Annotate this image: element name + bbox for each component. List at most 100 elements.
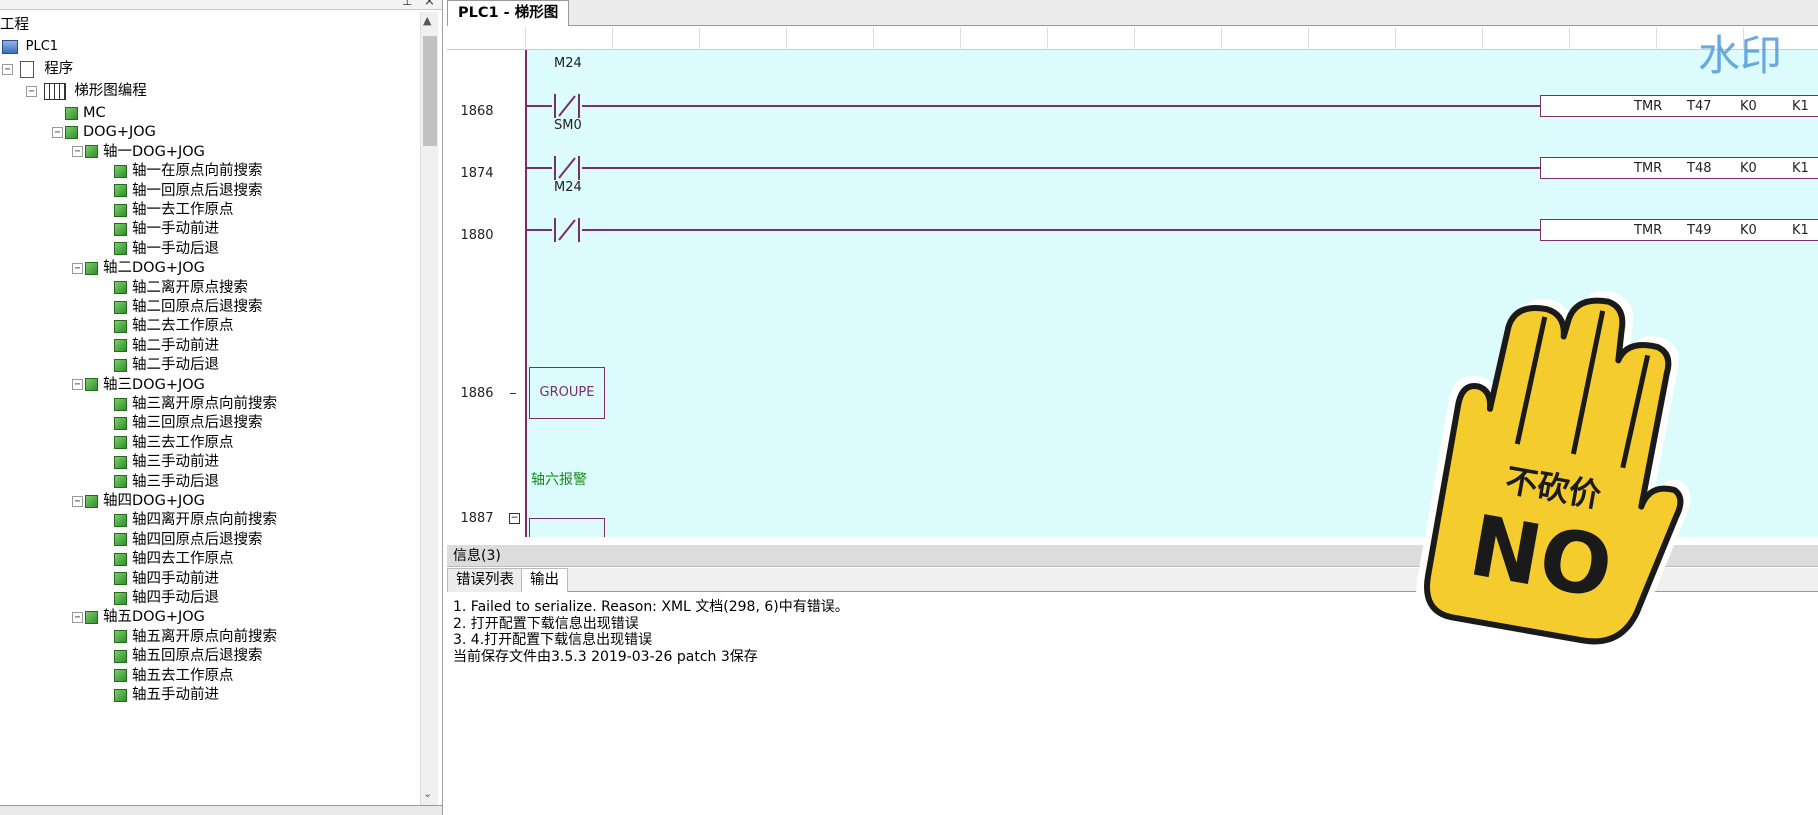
program-block-icon — [114, 300, 127, 314]
scroll-up-icon[interactable]: ▲ — [423, 14, 431, 27]
tmr-instruction[interactable]: TMR T48 K0 K1 — [1540, 157, 1818, 179]
tmr-instruction[interactable]: TMR T49 K0 K1 — [1540, 219, 1818, 241]
tree-item[interactable]: 轴五手动前进 — [114, 684, 219, 706]
no-bargain-sticker: 不砍价 NO — [1416, 291, 1691, 650]
rung-tick — [510, 393, 516, 394]
collapse-icon[interactable]: − — [72, 146, 83, 158]
ruler-tick — [1221, 27, 1222, 50]
program-block-icon — [85, 494, 98, 508]
program-block-icon — [65, 125, 78, 139]
tree-node-ladder-label: 梯形图编程 — [74, 83, 147, 99]
instr-param: K0 — [1740, 99, 1757, 114]
collapse-icon[interactable]: − — [509, 513, 520, 524]
project-tree-panel: ⊥ × 工程 PLC1 − 程序 − 梯形图编程 −MC−DOG+JOG−轴一D… — [0, 0, 443, 815]
collapse-icon[interactable]: − — [2, 63, 13, 75]
rung-wire — [527, 167, 552, 169]
program-block-icon — [114, 184, 127, 198]
tree-node-plc-label: PLC1 — [25, 39, 59, 54]
instr-param: K1 — [1792, 99, 1809, 114]
instr-param: K0 — [1740, 161, 1757, 176]
pin-icon[interactable]: ⊥ — [402, 0, 412, 8]
collapse-icon[interactable]: − — [72, 495, 83, 507]
instr-name: TMR — [1634, 161, 1663, 176]
program-block-icon — [114, 630, 127, 644]
ruler-tick — [1569, 27, 1570, 50]
panel-header: ⊥ × — [0, 0, 442, 10]
nc-contact-icon[interactable] — [552, 94, 582, 118]
ruler-tick — [1047, 27, 1048, 50]
tree-scrollbar[interactable]: ▲ ⌄ — [420, 12, 438, 805]
group-block[interactable]: GROUP — [529, 518, 605, 537]
scroll-down-icon[interactable]: ⌄ — [423, 787, 432, 800]
rung-number: 1887 — [460, 511, 494, 526]
tree-node-ladder[interactable]: − 梯形图编程 — [26, 80, 147, 102]
tree-node-plc[interactable]: PLC1 — [2, 36, 58, 58]
column-ruler — [447, 27, 1818, 50]
ruler-tick — [1308, 27, 1309, 50]
ruler-tick — [960, 27, 961, 50]
rung-number: 1868 — [460, 104, 494, 119]
ruler-tick — [1656, 27, 1657, 50]
project-tree: 工程 PLC1 − 程序 − 梯形图编程 −MC−DOG+JOG−轴一DOG+J… — [0, 12, 420, 805]
panel-bottom-tabs[interactable] — [0, 805, 442, 815]
rung-number: 1874 — [460, 166, 494, 181]
program-block-icon — [85, 378, 98, 392]
rung-wire — [527, 105, 552, 107]
rung-wire — [582, 229, 1540, 231]
ruler-tick — [1395, 27, 1396, 50]
program-block-icon — [114, 455, 127, 469]
program-block-icon — [114, 649, 127, 663]
ruler-tick — [699, 27, 700, 50]
watermark-text: 水印 — [1698, 31, 1783, 80]
instr-name: TMR — [1634, 223, 1663, 238]
program-block-icon — [114, 513, 127, 527]
plc-icon — [2, 40, 18, 54]
close-icon[interactable]: × — [424, 0, 435, 9]
program-block-icon — [114, 203, 127, 217]
tree-root[interactable]: 工程 — [0, 14, 29, 36]
program-block-icon — [114, 339, 127, 353]
rung-wire — [527, 229, 552, 231]
document-icon — [19, 60, 34, 78]
program-block-icon — [114, 416, 127, 430]
tab-error-list[interactable]: 错误列表 — [447, 568, 523, 592]
program-block-icon — [114, 358, 127, 372]
contact-label: M24 — [554, 180, 582, 195]
tab-output[interactable]: 输出 — [521, 568, 568, 592]
rung-number-gutter: 1868 1874 1880 1886 1887 − — [447, 50, 525, 537]
group-block[interactable]: GROUPE — [529, 367, 605, 419]
program-block-icon — [114, 688, 127, 702]
collapse-icon[interactable]: − — [72, 379, 83, 391]
instr-timer: T49 — [1687, 223, 1712, 238]
tree-node-program[interactable]: − 程序 — [2, 58, 73, 80]
tab-ladder-editor[interactable]: PLC1 - 梯形图 — [447, 0, 570, 26]
ruler-tick — [612, 27, 613, 50]
instr-timer: T47 — [1687, 99, 1712, 114]
program-block-icon — [114, 436, 127, 450]
program-block-icon — [114, 475, 127, 489]
rung-number: 1880 — [460, 228, 494, 243]
tmr-instruction[interactable]: TMR T47 K0 K1 — [1540, 95, 1818, 117]
collapse-icon[interactable]: − — [72, 611, 83, 623]
nc-contact-icon[interactable] — [552, 218, 582, 242]
collapse-icon[interactable]: − — [72, 262, 83, 274]
tree-root-label: 工程 — [0, 17, 29, 33]
editor-tab-bar: PLC1 - 梯形图 — [447, 0, 1818, 26]
contact-label: M24 — [554, 56, 582, 71]
instr-param: K0 — [1740, 223, 1757, 238]
program-block-icon — [65, 106, 78, 120]
left-power-rail — [525, 50, 527, 537]
program-block-icon — [85, 261, 98, 275]
instr-timer: T48 — [1687, 161, 1712, 176]
scrollbar-thumb[interactable] — [423, 36, 437, 146]
program-block-icon — [114, 164, 127, 178]
collapse-icon[interactable]: − — [52, 126, 63, 138]
rung-wire — [582, 105, 1540, 107]
ruler-tick — [525, 27, 526, 50]
contact-label: SM0 — [554, 118, 582, 133]
collapse-icon[interactable]: − — [26, 85, 37, 97]
ruler-tick — [1134, 27, 1135, 50]
instr-name: TMR — [1634, 99, 1663, 114]
ruler-tick — [1482, 27, 1483, 50]
nc-contact-icon[interactable] — [552, 156, 582, 180]
